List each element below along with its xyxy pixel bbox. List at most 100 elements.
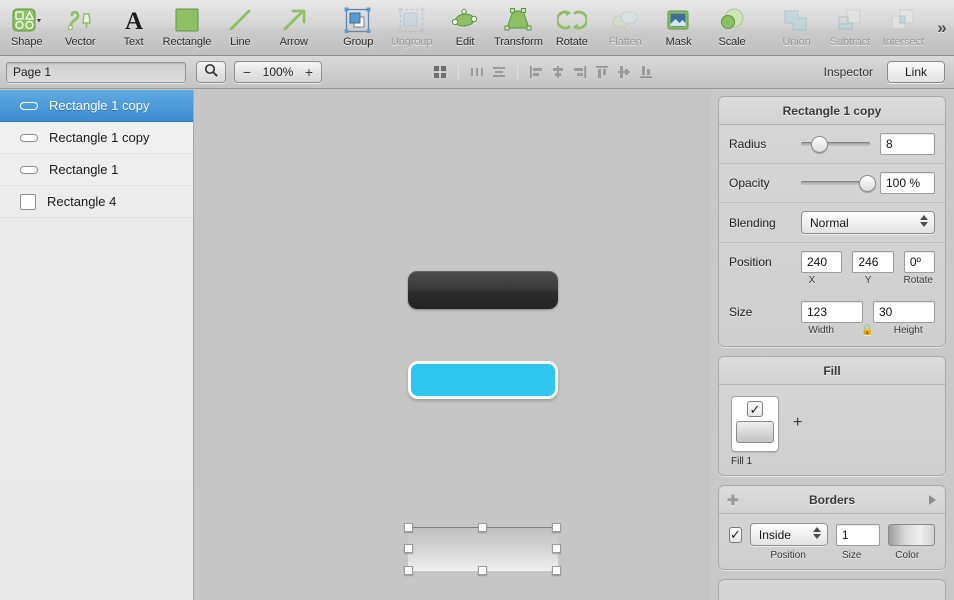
- link-button[interactable]: Link: [887, 61, 945, 83]
- zoom-in-button[interactable]: +: [297, 62, 321, 82]
- canvas-shape-dark-button[interactable]: [408, 271, 558, 309]
- stepper-icon[interactable]: [920, 215, 928, 227]
- tool-group[interactable]: Group: [331, 3, 384, 53]
- align-left-icon[interactable]: [525, 61, 547, 83]
- layer-name: Rectangle 4: [47, 194, 116, 209]
- resize-handle-se[interactable]: [552, 566, 561, 575]
- triangle-right-icon[interactable]: [929, 495, 936, 505]
- svg-text:A: A: [124, 8, 142, 33]
- distribute-vertical-icon[interactable]: [488, 61, 510, 83]
- chevron-down-icon: [920, 222, 928, 227]
- tool-label: Shape: [11, 36, 42, 48]
- tool-label: Mask: [666, 36, 692, 48]
- opacity-slider[interactable]: [801, 173, 870, 193]
- fill-swatch[interactable]: ✓: [731, 396, 779, 452]
- border-checkbox[interactable]: ✓: [729, 527, 742, 543]
- page-selector[interactable]: Page 1: [6, 62, 186, 83]
- tool-label: Intersect: [883, 36, 924, 48]
- list-item[interactable]: Rectangle 1: [0, 154, 193, 186]
- radius-slider[interactable]: [801, 134, 870, 154]
- toolbar-overflow-icon[interactable]: »: [930, 3, 954, 53]
- grid-icon[interactable]: [429, 61, 451, 83]
- stepper-icon[interactable]: [813, 527, 821, 539]
- flatten-icon: [610, 5, 640, 35]
- resize-handle-s[interactable]: [478, 566, 487, 575]
- lock-icon[interactable]: 🔒: [861, 325, 871, 336]
- list-item[interactable]: Rectangle 1 copy: [0, 122, 193, 154]
- border-captions: Position Size Color: [719, 548, 945, 569]
- radius-row: Radius 8: [719, 125, 945, 163]
- border-position-select[interactable]: Inside: [750, 523, 828, 546]
- tool-mask[interactable]: Mask: [652, 3, 705, 53]
- position-y-input[interactable]: 246: [852, 251, 893, 273]
- tool-intersect[interactable]: Intersect: [877, 3, 930, 53]
- resize-handle-e[interactable]: [552, 544, 561, 553]
- align-center-icon[interactable]: [547, 61, 569, 83]
- tool-text[interactable]: A Text: [107, 3, 160, 53]
- canvas-shape-cyan-button[interactable]: [408, 361, 558, 399]
- plus-icon[interactable]: ✚: [727, 493, 739, 507]
- panel-title: Rectangle 1 copy: [719, 97, 945, 125]
- border-color-chip[interactable]: [888, 524, 935, 546]
- align-right-icon[interactable]: [569, 61, 591, 83]
- tool-label: Union: [782, 36, 810, 48]
- search-button[interactable]: [196, 61, 226, 83]
- canvas-shape-selected[interactable]: [404, 523, 562, 575]
- tool-shape[interactable]: Shape: [0, 3, 53, 53]
- text-icon: A: [119, 5, 149, 35]
- align-middle-icon[interactable]: [613, 61, 635, 83]
- inspector-label: Inspector: [824, 65, 887, 79]
- blending-select[interactable]: Normal: [801, 211, 935, 234]
- vector-pen-icon: [65, 5, 95, 35]
- tool-edit[interactable]: Edit: [438, 3, 491, 53]
- tool-label: Text: [124, 36, 144, 48]
- resize-handle-w[interactable]: [404, 544, 413, 553]
- resize-handle-nw[interactable]: [404, 523, 413, 532]
- tool-label: Vector: [65, 36, 96, 48]
- tool-union[interactable]: Union: [770, 3, 823, 53]
- slider-knob[interactable]: [811, 136, 828, 153]
- position-row: Position 240 246 0º: [719, 242, 945, 275]
- add-fill-button[interactable]: +: [793, 414, 802, 432]
- resize-handle-ne[interactable]: [552, 523, 561, 532]
- size-width-input[interactable]: 123: [801, 301, 863, 323]
- scale-icon: [717, 5, 747, 35]
- transform-icon: [503, 5, 533, 35]
- resize-handle-sw[interactable]: [404, 566, 413, 575]
- fill-item[interactable]: ✓ Fill 1: [731, 396, 779, 467]
- opacity-label: Opacity: [729, 176, 791, 190]
- fill-checkbox[interactable]: ✓: [747, 401, 763, 417]
- tool-scale[interactable]: Scale: [705, 3, 758, 53]
- canvas-area[interactable]: [195, 90, 710, 600]
- caption-x: X: [789, 275, 835, 286]
- tool-rectangle[interactable]: Rectangle: [160, 3, 213, 53]
- rotate-input[interactable]: 0º: [904, 251, 935, 273]
- caption-border-size: Size: [824, 550, 880, 561]
- align-bottom-icon[interactable]: [635, 61, 657, 83]
- position-label: Position: [729, 255, 791, 269]
- tool-ungroup[interactable]: Ungroup: [385, 3, 438, 53]
- align-group-grid: [422, 61, 458, 83]
- size-height-input[interactable]: 30: [873, 301, 935, 323]
- slider-knob[interactable]: [859, 175, 876, 192]
- tool-rotate[interactable]: Rotate: [545, 3, 598, 53]
- position-x-input[interactable]: 240: [801, 251, 842, 273]
- distribute-horizontal-icon[interactable]: [466, 61, 488, 83]
- tool-vector[interactable]: Vector: [53, 3, 106, 53]
- opacity-input[interactable]: 100 %: [880, 172, 935, 194]
- border-size-input[interactable]: 1: [836, 524, 880, 546]
- list-item[interactable]: Rectangle 4: [0, 186, 193, 218]
- tool-arrow[interactable]: Arrow: [267, 3, 320, 53]
- align-top-icon[interactable]: [591, 61, 613, 83]
- tool-line[interactable]: Line: [214, 3, 267, 53]
- tool-flatten[interactable]: Flatten: [599, 3, 652, 53]
- resize-handle-n[interactable]: [478, 523, 487, 532]
- fill-color-chip[interactable]: [736, 421, 774, 443]
- tool-subtract[interactable]: Subtract: [823, 3, 876, 53]
- list-item[interactable]: Rectangle 1 copy: [0, 90, 193, 122]
- rounded-rect-icon: [20, 166, 38, 174]
- tool-label: Edit: [456, 36, 475, 48]
- tool-transform[interactable]: Transform: [492, 3, 545, 53]
- zoom-out-button[interactable]: −: [235, 62, 259, 82]
- radius-input[interactable]: 8: [880, 133, 935, 155]
